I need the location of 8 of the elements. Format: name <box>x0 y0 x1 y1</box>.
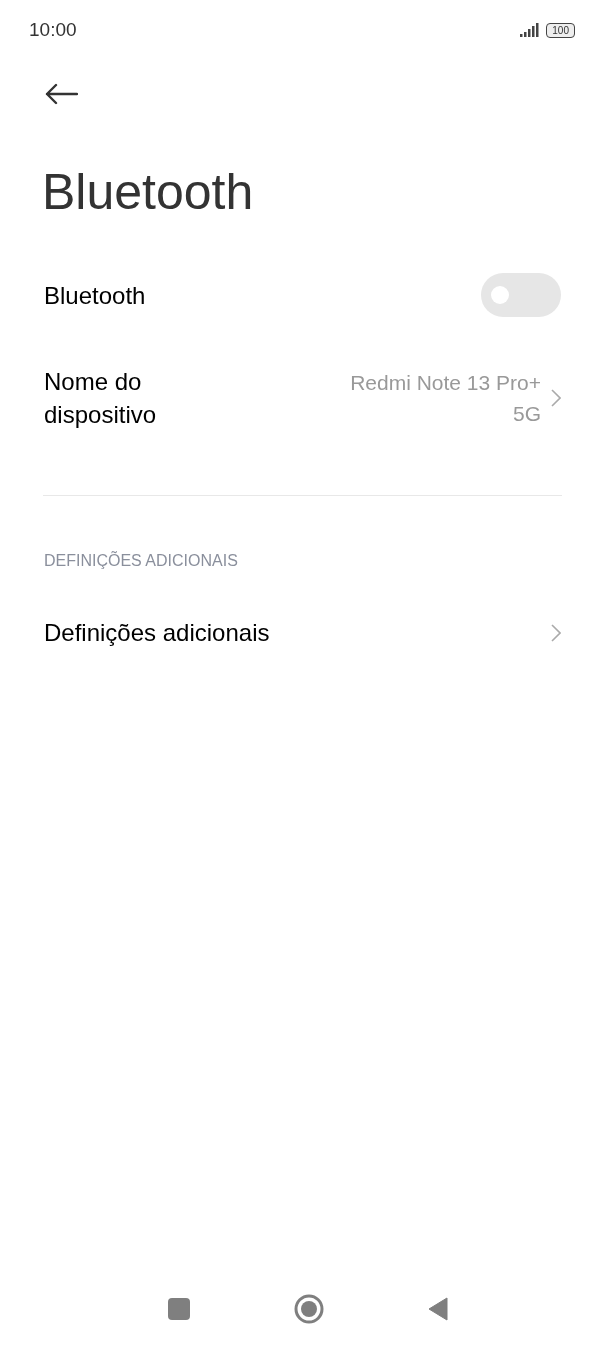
battery-indicator: 100 <box>546 22 575 38</box>
section-header: DEFINIÇÕES ADICIONAIS <box>43 552 239 570</box>
setting-label[interactable]: Definições adicionais <box>44 616 270 649</box>
setting-label: Nome do dispositivo <box>44 367 158 430</box>
setting-label: Bluetooth <box>44 280 146 311</box>
page-title: Bluetooth <box>42 163 255 221</box>
setting-value: Redmi Note 13 Pro+ 5G <box>349 370 541 427</box>
status-time: 10:00 <box>29 19 77 41</box>
